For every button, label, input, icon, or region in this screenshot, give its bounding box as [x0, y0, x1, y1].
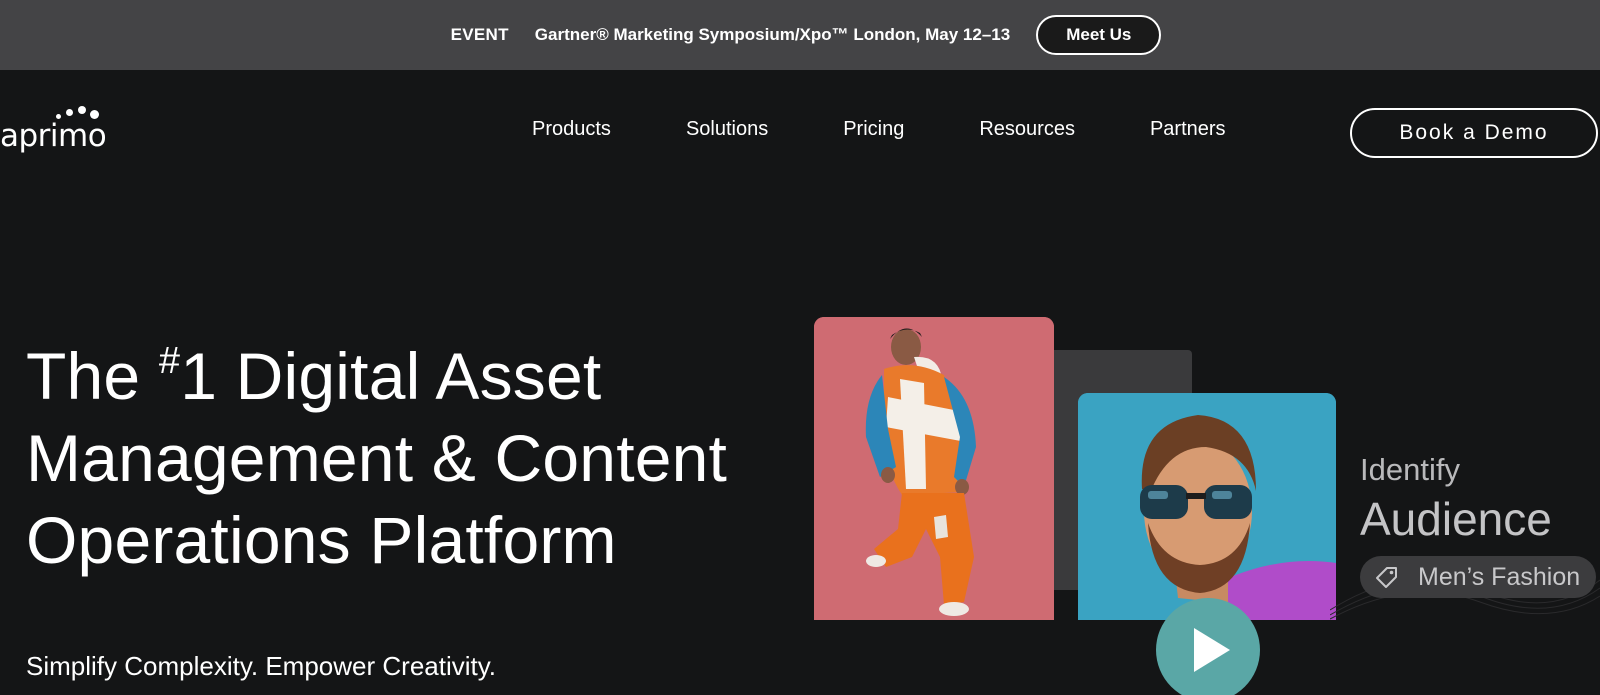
hero-title-line-2: Management & Content — [26, 421, 728, 495]
hero-subtitle: Simplify Complexity. Empower Creativity. — [26, 651, 497, 681]
fashion-photo-card — [814, 317, 1054, 620]
audience-label: Audience — [1360, 493, 1552, 545]
mens-fashion-tag: Men’s Fashion — [1360, 556, 1596, 598]
book-demo-button[interactable]: Book a Demo — [1350, 108, 1598, 158]
page: EVENT Gartner® Marketing Symposium/Xpo™ … — [0, 0, 1600, 695]
hero-title-rest: 1 Digital Asset — [180, 339, 602, 413]
play-icon — [1194, 628, 1230, 672]
fashion-model-illustration — [814, 317, 1054, 620]
nav-resources[interactable]: Resources — [979, 118, 1075, 141]
hero-title-line-3: Operations Platform — [26, 503, 617, 577]
identify-label: Identify — [1360, 452, 1460, 487]
main-navbar: aprimo Products Solutions Pricing Resour… — [0, 70, 1600, 195]
hero-title-prefix: The — [26, 339, 159, 413]
announcement-bar: EVENT Gartner® Marketing Symposium/Xpo™ … — [0, 0, 1600, 70]
nav-partners[interactable]: Partners — [1150, 118, 1226, 141]
announcement-tag: EVENT — [450, 25, 509, 44]
sunglasses-man-illustration — [1078, 393, 1336, 620]
announcement-text: Gartner® Marketing Symposium/Xpo™ London… — [534, 25, 1011, 44]
meet-us-button[interactable]: Meet Us — [1036, 15, 1162, 55]
nav-products[interactable]: Products — [532, 118, 611, 141]
logo-wordmark: aprimo — [0, 118, 107, 154]
hero-title-hash: # — [158, 340, 181, 382]
tag-label: Men’s Fashion — [1418, 562, 1581, 591]
play-video-button[interactable] — [1156, 598, 1260, 695]
tag-icon — [1376, 567, 1397, 588]
portrait-photo-card — [1078, 393, 1336, 620]
primary-nav: Products Solutions Pricing Resources Par… — [532, 118, 1226, 141]
aprimo-logo[interactable]: aprimo — [0, 104, 120, 154]
nav-solutions[interactable]: Solutions — [686, 118, 768, 141]
hero-title: The #1 Digital Asset Management & Conten… — [26, 335, 786, 581]
nav-pricing[interactable]: Pricing — [843, 118, 904, 141]
hero-title-line-1: The #1 Digital Asset — [26, 335, 786, 417]
announcement-content: EVENT Gartner® Marketing Symposium/Xpo™ … — [451, 15, 1162, 55]
